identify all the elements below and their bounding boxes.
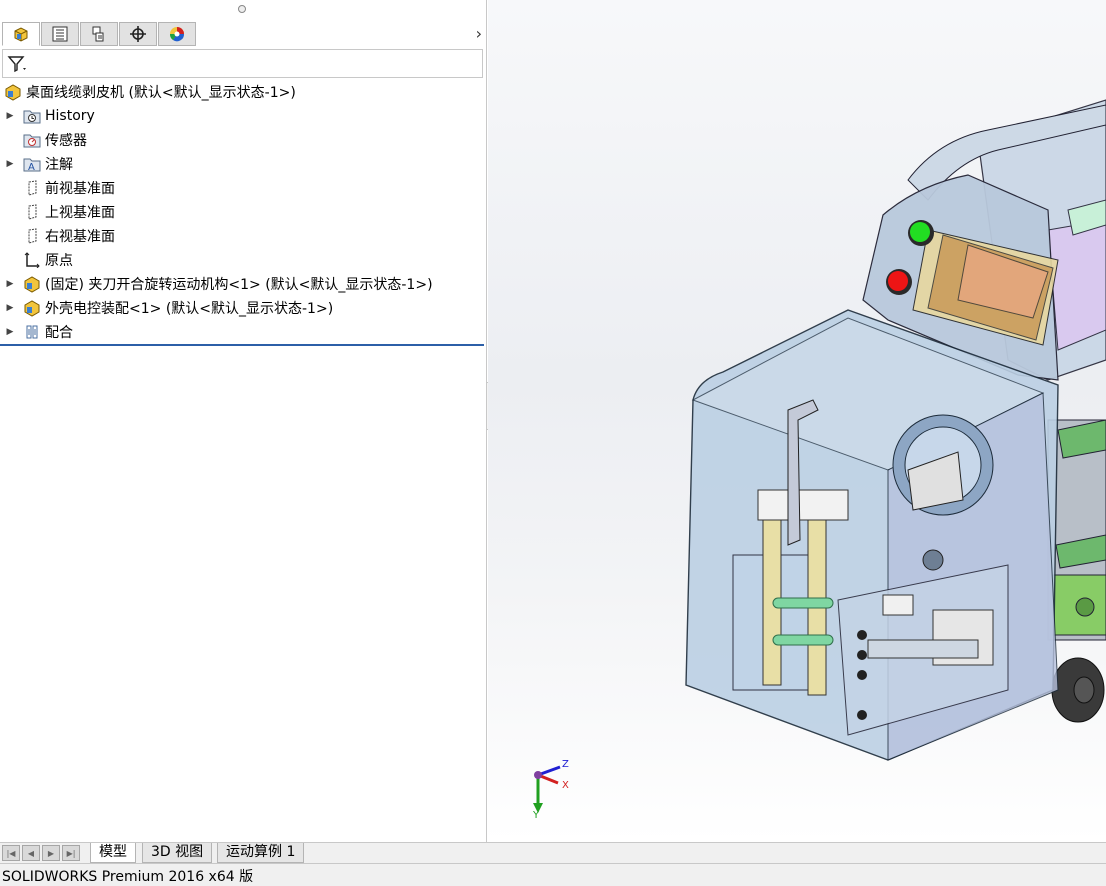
tab-property-manager[interactable] — [41, 22, 79, 46]
plane-icon — [23, 179, 41, 197]
tree-item-label: 原点 — [45, 253, 73, 269]
plane-icon — [23, 203, 41, 221]
last-tab-icon[interactable]: ▶| — [62, 845, 80, 861]
expand-arrow-icon[interactable]: ▶ — [5, 303, 15, 313]
tree-item-sensors[interactable]: 传感器 — [0, 128, 486, 152]
tree-root-assembly[interactable]: 桌面线缆剥皮机 (默认<默认_显示状态-1>) — [0, 80, 486, 104]
plane-icon — [23, 227, 41, 245]
tree-item-clamp-mechanism[interactable]: ▶ (固定) 夹刀开合旋转运动机构<1> (默认<默认_显示状态-1>) — [0, 272, 486, 296]
expand-arrow-icon[interactable]: ▶ — [5, 111, 15, 121]
feature-manager-panel: › 桌面线缆剥皮机 (默认<默认_显示状态-1>) ▶ History 传感器 — [0, 0, 487, 842]
tree-item-label: 上视基准面 — [45, 205, 115, 221]
tree-item-annotations[interactable]: ▶ A 注解 — [0, 152, 486, 176]
feature-tree: 桌面线缆剥皮机 (默认<默认_显示状态-1>) ▶ History 传感器 ▶ … — [0, 80, 486, 344]
tree-item-origin[interactable]: 原点 — [0, 248, 486, 272]
assembly-icon — [14, 27, 28, 42]
tree-item-top-plane[interactable]: 上视基准面 — [0, 200, 486, 224]
axis-x-label: X — [562, 780, 569, 791]
panel-grip[interactable] — [238, 5, 246, 13]
tree-root-label: 桌面线缆剥皮机 (默认<默认_显示状态-1>) — [26, 85, 296, 101]
annotation-icon: A — [23, 155, 41, 173]
tab-dimxpert-manager[interactable] — [119, 22, 157, 46]
svg-text:A: A — [28, 162, 35, 172]
graphics-area[interactable]: Z X Y — [488, 0, 1106, 842]
filter-icon[interactable] — [7, 55, 29, 73]
tree-item-label: 传感器 — [45, 133, 87, 149]
chevron-right-icon[interactable]: › — [476, 24, 482, 43]
tree-item-label: 外壳电控装配<1> (默认<默认_显示状态-1>) — [45, 301, 334, 317]
tab-configuration-manager[interactable] — [80, 22, 118, 46]
status-bar: SOLIDWORKS Premium 2016 x64 版 — [0, 863, 1106, 886]
first-tab-icon[interactable]: |◀ — [2, 845, 20, 861]
mates-icon — [23, 323, 41, 341]
crosshair-icon — [130, 26, 146, 42]
sensor-icon — [23, 131, 41, 149]
tree-item-label: 注解 — [45, 157, 73, 173]
tab-motion-study[interactable]: 运动算例 1 — [217, 843, 305, 863]
history-folder-icon — [23, 107, 41, 125]
tree-item-shell-assembly[interactable]: ▶ 外壳电控装配<1> (默认<默认_显示状态-1>) — [0, 296, 486, 320]
subassembly-icon — [23, 299, 41, 317]
manager-tab-strip: › — [0, 20, 486, 48]
axis-y-label: Y — [532, 810, 540, 820]
tree-item-mates[interactable]: ▶ 配合 — [0, 320, 486, 344]
axis-z-label: Z — [562, 759, 569, 770]
subassembly-icon — [23, 275, 41, 293]
property-list-icon — [52, 26, 68, 42]
expand-arrow-icon[interactable]: ▶ — [5, 279, 15, 289]
expand-arrow-icon[interactable]: ▶ — [5, 159, 15, 169]
configuration-icon — [92, 26, 104, 42]
assembly-icon — [4, 83, 22, 101]
appearance-icon — [169, 27, 185, 42]
tree-item-label: 右视基准面 — [45, 229, 115, 245]
next-tab-icon[interactable]: ▶ — [42, 845, 60, 861]
tree-item-history[interactable]: ▶ History — [0, 104, 486, 128]
machine-model — [685, 99, 1106, 761]
expand-arrow-icon[interactable]: ▶ — [5, 327, 15, 337]
tab-feature-manager[interactable] — [2, 22, 40, 46]
rollback-bar[interactable] — [0, 344, 484, 346]
tab-model[interactable]: 模型 — [90, 843, 136, 863]
tab-3d-view[interactable]: 3D 视图 — [142, 843, 213, 863]
tree-item-label: 前视基准面 — [45, 181, 115, 197]
tree-item-right-plane[interactable]: 右视基准面 — [0, 224, 486, 248]
prev-tab-icon[interactable]: ◀ — [22, 845, 40, 861]
tree-item-label: (固定) 夹刀开合旋转运动机构<1> (默认<默认_显示状态-1>) — [45, 277, 433, 293]
coordinate-triad: Z X Y — [532, 759, 569, 820]
tree-item-label: History — [45, 108, 95, 124]
bottom-tab-bar: |◀ ◀ ▶ ▶| 模型 3D 视图 运动算例 1 — [0, 842, 1106, 863]
tree-item-label: 配合 — [45, 325, 73, 341]
tree-filter-bar[interactable] — [2, 49, 483, 78]
origin-icon — [23, 251, 41, 269]
status-text: SOLIDWORKS Premium 2016 x64 版 — [2, 869, 254, 885]
tab-display-manager[interactable] — [158, 22, 196, 46]
tree-item-front-plane[interactable]: 前视基准面 — [0, 176, 486, 200]
